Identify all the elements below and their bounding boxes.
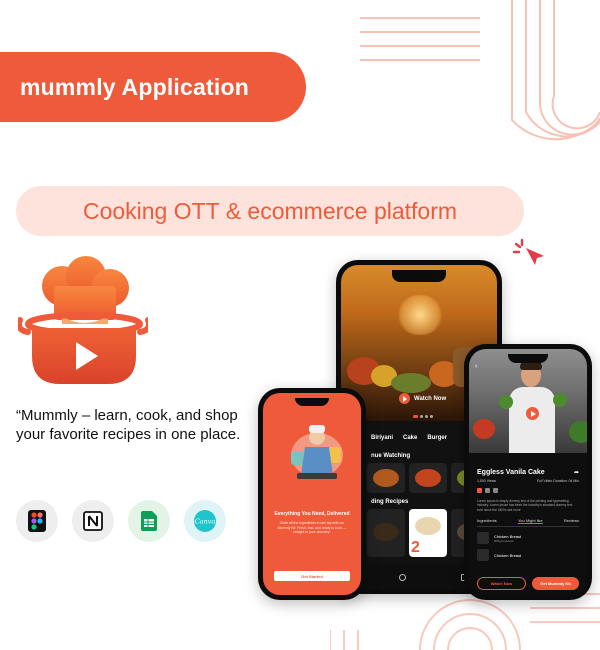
phone-notch bbox=[295, 398, 329, 406]
recipe-card[interactable]: 2 bbox=[409, 509, 447, 557]
recipe-title: Eggless Vanila Cake bbox=[477, 469, 545, 476]
ingredient-icon bbox=[477, 532, 489, 544]
continue-watching-heading: nue Watching bbox=[371, 453, 411, 459]
trending-recipes-heading: ding Recipes bbox=[371, 499, 409, 505]
category-tabs: Biriyani Cake Burger bbox=[371, 435, 447, 441]
category-cake[interactable]: Cake bbox=[403, 435, 417, 441]
recipe-duration: Full Video Duration: 04 Min bbox=[536, 479, 579, 483]
detail-actions: Watch Now Get Mummly Kit bbox=[477, 577, 579, 590]
canva-icon: Canva bbox=[184, 500, 226, 542]
onboarding-heading: Everything You Need, Delivered bbox=[274, 511, 350, 517]
category-biriyani[interactable]: Biriyani bbox=[371, 435, 393, 441]
back-icon[interactable]: ‹ bbox=[475, 363, 477, 370]
figma-icon bbox=[16, 500, 58, 542]
ingredient-item: Chicken Breast 500g boneless bbox=[477, 532, 579, 544]
onboarding-body: Order all the ingredients in one tap wit… bbox=[277, 521, 347, 534]
get-kit-button[interactable]: Get Mummly Kit bbox=[532, 577, 579, 590]
recipe-views: 1,500 Views bbox=[477, 479, 497, 483]
platform-subtitle: Cooking OTT & ecommerce platform bbox=[82, 197, 458, 224]
recipe-video[interactable] bbox=[469, 349, 587, 453]
recipe-description: Lorem ipsum is simply dummy text of the … bbox=[477, 499, 573, 512]
phone-notch bbox=[392, 270, 446, 282]
carousel-dots bbox=[413, 415, 433, 418]
tools-row: Canva bbox=[16, 500, 226, 542]
app-title-banner: mummly Application bbox=[0, 52, 306, 122]
phone-recipe-detail-screen: ‹ Eggless Vanila Cake ➦ 1,500 Views Full… bbox=[464, 344, 592, 600]
play-icon bbox=[399, 393, 410, 404]
tab-reviews[interactable]: Reviews bbox=[564, 518, 579, 524]
watch-now-button[interactable]: Watch Now bbox=[399, 393, 446, 404]
rank-badge: 2 bbox=[411, 539, 420, 556]
comment-icon[interactable] bbox=[493, 488, 498, 493]
reaction-icons bbox=[477, 488, 498, 493]
ingredient-name: Chicken Breast bbox=[494, 533, 522, 539]
phone-notch bbox=[508, 354, 548, 363]
recipe-card[interactable] bbox=[409, 463, 447, 493]
sheets-icon bbox=[128, 500, 170, 542]
cursor-click-icon bbox=[512, 238, 544, 265]
search-icon[interactable] bbox=[398, 573, 406, 581]
watch-now-label: Watch Now bbox=[414, 395, 447, 402]
tab-ingredients[interactable]: Ingredients bbox=[477, 518, 497, 524]
ingredient-item: Chicken Breast bbox=[477, 549, 579, 561]
like-icon[interactable] bbox=[477, 488, 482, 493]
tab-you-might-like[interactable]: You Might like bbox=[517, 518, 543, 524]
ingredient-qty: 500g boneless bbox=[494, 538, 514, 543]
ingredient-name: Chicken Breast bbox=[494, 552, 522, 558]
mummly-logo-icon bbox=[18, 256, 148, 384]
canva-label: Canva bbox=[195, 518, 216, 526]
decorative-arcs-top bbox=[360, 0, 600, 141]
ingredient-icon bbox=[477, 549, 489, 561]
recipe-card[interactable] bbox=[367, 509, 405, 557]
get-started-button[interactable]: Get Started bbox=[274, 571, 350, 581]
category-burger[interactable]: Burger bbox=[427, 435, 447, 441]
get-started-label: Get Started bbox=[301, 573, 323, 579]
platform-subtitle-banner: Cooking OTT & ecommerce platform bbox=[16, 186, 524, 236]
phone-onboarding-screen: 9:41 Everything You Need, Delivered Orde… bbox=[258, 388, 366, 600]
dislike-icon[interactable] bbox=[485, 488, 490, 493]
recipe-card[interactable] bbox=[367, 463, 405, 493]
share-icon[interactable]: ➦ bbox=[574, 469, 579, 476]
watch-now-button[interactable]: Watch Now bbox=[477, 577, 526, 590]
tagline-quote: “Mummly – learn, cook, and shop your fav… bbox=[16, 407, 241, 443]
notion-icon bbox=[72, 500, 114, 542]
detail-tabs: Ingredients You Might like Reviews bbox=[477, 518, 579, 527]
chef-illustration-icon bbox=[291, 425, 343, 479]
app-title: mummly Application bbox=[20, 73, 249, 100]
play-icon[interactable] bbox=[526, 407, 539, 420]
